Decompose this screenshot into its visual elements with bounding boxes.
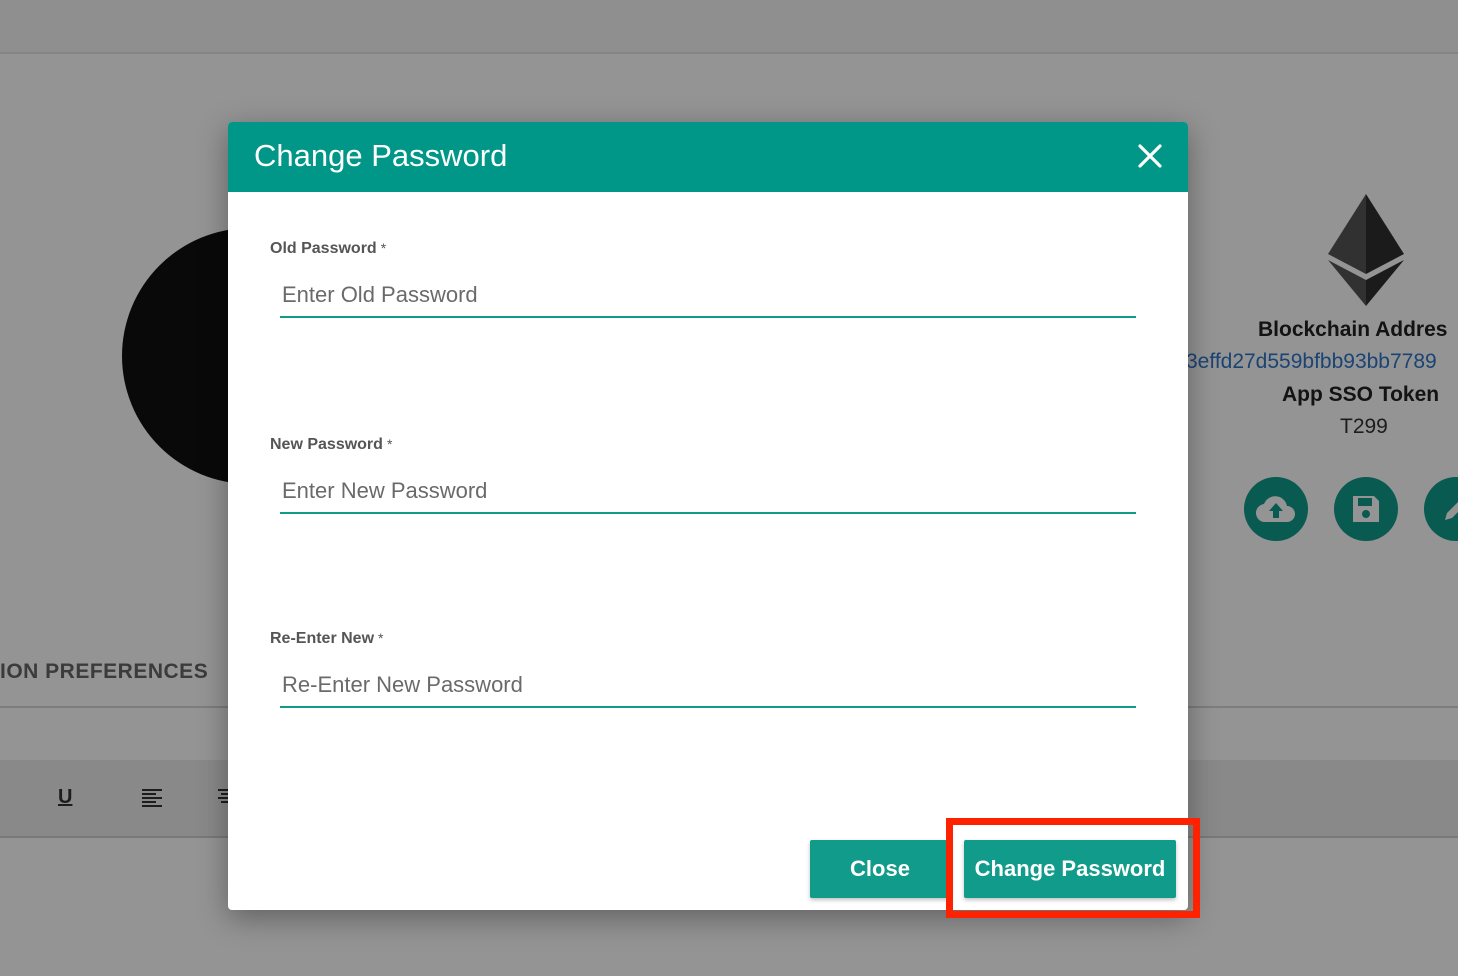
change-password-dialog: Change Password Old Password * New Passwo… — [228, 122, 1188, 910]
dialog-title: Change Password — [254, 138, 508, 173]
old-password-input[interactable] — [280, 274, 1136, 318]
new-password-label-text: New Password — [270, 436, 383, 453]
confirm-password-input[interactable] — [280, 664, 1136, 708]
confirm-password-label-text: Re-Enter New — [270, 630, 375, 647]
required-marker: * — [378, 630, 384, 646]
new-password-label: New Password * — [270, 436, 392, 454]
change-password-button[interactable]: Change Password — [964, 840, 1176, 898]
close-button[interactable]: Close — [810, 840, 950, 898]
old-password-label: Old Password * — [270, 240, 386, 258]
required-marker: * — [380, 240, 387, 256]
close-icon[interactable] — [1132, 138, 1168, 174]
old-password-label-text: Old Password — [270, 240, 377, 257]
new-password-input[interactable] — [280, 470, 1136, 514]
dialog-header: Change Password — [228, 122, 1188, 192]
required-marker: * — [386, 436, 393, 452]
confirm-password-label: Re-Enter New * — [270, 630, 383, 648]
